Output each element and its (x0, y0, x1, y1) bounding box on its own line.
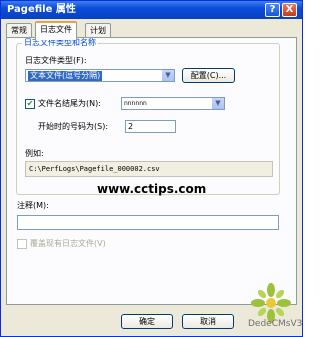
window-title: Pagefile 属性 (7, 4, 76, 15)
cancel-button[interactable]: 取消 (182, 314, 234, 329)
start-number-label: 开始时的号码为(S): (38, 122, 109, 131)
chevron-down-icon: ▼ (212, 98, 224, 109)
log-type-select[interactable]: 文本文件(逗号分隔) ▼ (25, 69, 175, 82)
tab-schedule[interactable]: 计划 (85, 23, 111, 38)
comment-input[interactable] (17, 215, 279, 230)
brand-text: DedeCMsV3 (248, 319, 303, 329)
suffix-select[interactable]: nnnnnn ▼ (121, 97, 225, 110)
suffix-checkbox[interactable]: ✔ (25, 99, 35, 109)
log-type-label: 日志文件类型(F): (25, 56, 87, 65)
comment-label: 注释(M): (17, 201, 49, 210)
help-button[interactable]: ? (265, 3, 280, 17)
overwrite-label: 覆盖现有日志文件(V) (30, 239, 106, 248)
example-label: 例如: (25, 149, 44, 158)
example-path: C:\PerfLogs\Pagefile_000002.csv (25, 161, 273, 177)
suffix-label: 文件名结尾为(N): (38, 99, 101, 108)
suffix-value: nnnnnn (124, 100, 147, 107)
configure-button[interactable]: 配置(C)... (182, 68, 235, 83)
watermark-text: www.cctips.com (97, 182, 207, 196)
title-bar: Pagefile 属性 ? X (1, 1, 302, 19)
start-number-input[interactable]: 2 (125, 120, 176, 133)
ok-button[interactable]: 确定 (121, 314, 173, 329)
properties-dialog: Pagefile 属性 ? X 常规 日志文件 计划 日志文件类型和名称 日志文… (0, 0, 303, 337)
log-type-value: 文本文件(逗号分隔) (28, 71, 103, 81)
start-number-value: 2 (128, 122, 134, 131)
tab-log-files[interactable]: 日志文件 (35, 21, 77, 40)
tab-general[interactable]: 常规 (6, 23, 32, 38)
close-button[interactable]: X (282, 3, 297, 17)
chevron-down-icon: ▼ (162, 70, 174, 81)
overwrite-checkbox[interactable] (17, 239, 27, 249)
